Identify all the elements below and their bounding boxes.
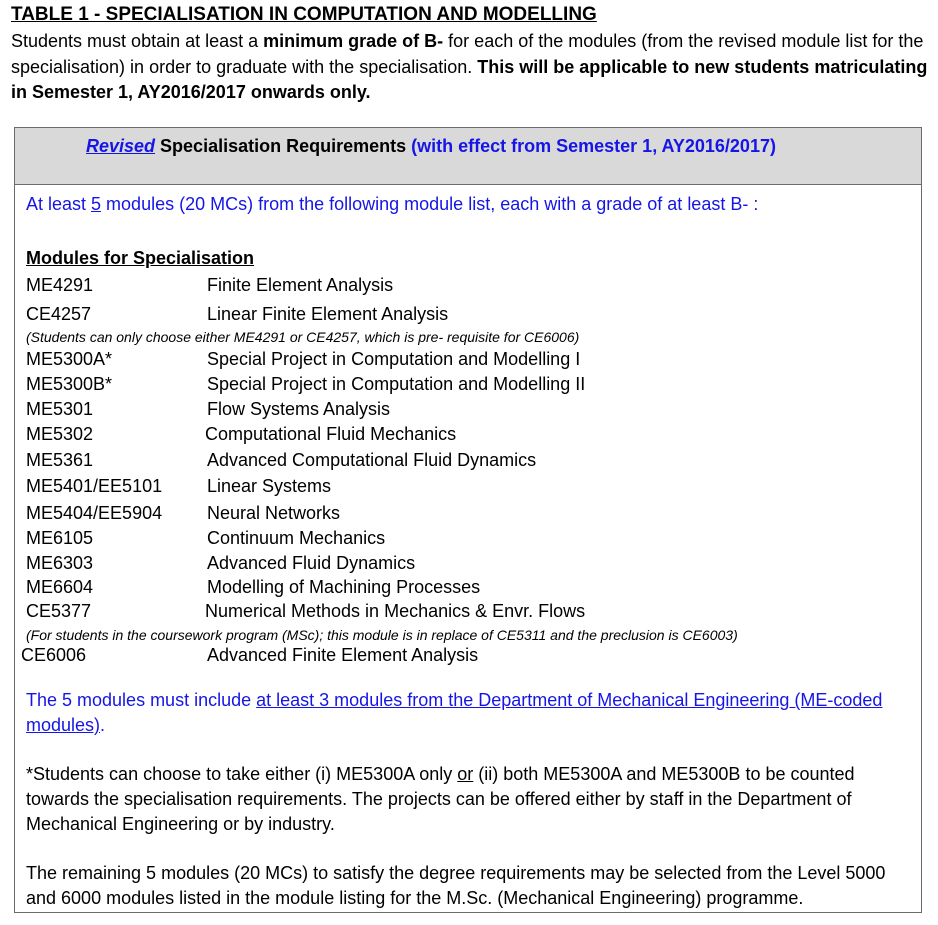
module-name: Special Project in Computation and Model… (207, 374, 586, 394)
choose-paragraph: *Students can choose to take either (i) … (26, 762, 918, 837)
module-code: ME4291 (26, 275, 94, 295)
modules-heading: Modules for Specialisation (26, 248, 255, 268)
module-name: Continuum Mechanics (207, 528, 386, 548)
requirement-line: At least 5 modules (20 MCs) from the fol… (26, 194, 758, 215)
module-name: Numerical Methods in Mechanics & Envr. F… (205, 601, 586, 621)
intro-paragraph: Students must obtain at least a minimum … (11, 29, 931, 106)
header-label: Specialisation Requirements (155, 136, 412, 156)
requirement-post: modules (20 MCs) from the following modu… (101, 194, 759, 214)
include-paragraph: The 5 modules must include at least 3 mo… (26, 688, 918, 738)
module-code: ME5361 (26, 450, 94, 470)
table-header: Revised Specialisation Requirements (wit… (15, 128, 921, 185)
module-name: Linear Finite Element Analysis (207, 304, 449, 324)
revised-link[interactable]: Revised (86, 136, 155, 156)
module-name: Special Project in Computation and Model… (207, 349, 581, 369)
module-name: Linear Systems (207, 476, 332, 496)
module-code: ME5401/EE5101 (26, 476, 163, 496)
intro-text-1: Students must obtain at least a (11, 31, 264, 51)
module-name: Modelling of Machining Processes (207, 577, 481, 597)
module-name: Advanced Computational Fluid Dynamics (207, 450, 537, 470)
requirement-pre: At least (26, 194, 92, 214)
module-code: ME6303 (26, 553, 94, 573)
include-post: . (100, 715, 106, 735)
table-header-text: Revised Specialisation Requirements (wit… (86, 136, 776, 157)
module-code: ME6105 (26, 528, 94, 548)
choose-pre: *Students can choose to take either (i) … (26, 764, 458, 784)
include-pre: The 5 modules must include (26, 690, 257, 710)
module-code: ME5404/EE5904 (26, 503, 163, 523)
remaining-paragraph: The remaining 5 modules (20 MCs) to sati… (26, 863, 886, 908)
module-code: CE5377 (26, 601, 92, 621)
module-name: Finite Element Analysis (207, 275, 394, 295)
module-code: CE6006 (21, 645, 87, 665)
intro-bold-1: minimum grade of B- (263, 31, 444, 51)
module-code: ME5302 (26, 424, 94, 444)
module-name: Computational Fluid Mechanics (205, 424, 457, 444)
document-title: TABLE 1 - SPECIALISATION IN COMPUTATION … (11, 4, 597, 25)
choose-or: or (457, 764, 474, 784)
module-name: Flow Systems Analysis (207, 399, 391, 419)
module-code: ME5300A* (26, 349, 113, 369)
module-name: Advanced Fluid Dynamics (207, 553, 416, 573)
requirement-count: 5 (91, 194, 102, 214)
module-note: (For students in the coursework program … (26, 627, 738, 643)
requirements-table: Revised Specialisation Requirements (wit… (14, 127, 922, 913)
module-code: ME5300B* (26, 374, 113, 394)
module-code: CE4257 (26, 304, 92, 324)
module-code: ME5301 (26, 399, 94, 419)
module-name: Advanced Finite Element Analysis (207, 645, 479, 665)
module-note: (Students can only choose either ME4291 … (26, 329, 580, 345)
module-name: Neural Networks (207, 503, 341, 523)
module-code: ME6604 (26, 577, 94, 597)
header-effect: (with effect from Semester 1, AY2016/201… (411, 136, 776, 156)
